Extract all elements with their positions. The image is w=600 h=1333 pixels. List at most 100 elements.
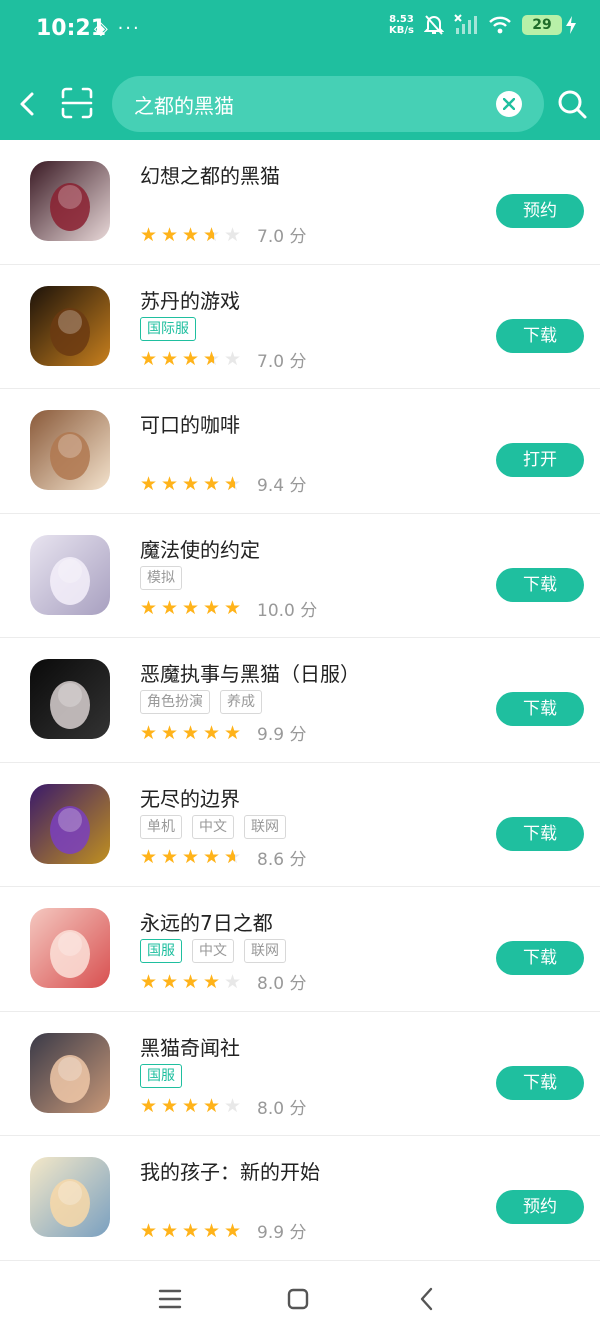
home-nav-button[interactable] <box>283 1284 313 1314</box>
star-icon: ★ <box>224 1095 242 1117</box>
star-icon: ★ <box>203 597 221 619</box>
star-icon: ★ <box>140 223 158 246</box>
star-icon: ★ <box>224 721 242 744</box>
result-item[interactable]: 我的孩子：新的开始 ★ ★ ★ ★ ★ 9.9 分预约 <box>0 1136 600 1261</box>
action-button[interactable]: 下载 <box>496 1065 584 1100</box>
app-icon[interactable] <box>30 783 110 864</box>
result-item[interactable]: 无尽的边界单机中文联网★★★★★8.6 分下载 <box>0 763 600 887</box>
net-speed: 8.53 KB/s <box>389 14 414 36</box>
star-icon: ★ <box>161 597 179 619</box>
action-button[interactable]: 下载 <box>496 567 584 602</box>
search-results-list: 幻想之都的黑猫★★★★★7.0 分预约苏丹的游戏国际服★★★★★7.0 分下载可… <box>0 140 600 1261</box>
app-icon[interactable] <box>30 285 110 366</box>
star-icon: ★ <box>140 846 158 868</box>
app-name: 无尽的边界 <box>140 786 240 811</box>
star-icon: ★ <box>140 1219 158 1242</box>
star-icon: ★ <box>161 472 179 495</box>
rating: ★★★★★7.0 分 <box>140 222 307 248</box>
rating-score: 9.4 分 <box>257 476 307 496</box>
app-icon[interactable] <box>30 659 110 739</box>
app-icon[interactable] <box>30 1157 110 1237</box>
rating: ★★★★★9.4 分 <box>140 471 307 497</box>
app-name: 苏丹的游戏 <box>140 288 240 313</box>
star-icon: ★ <box>203 347 224 371</box>
result-tag: 中文 <box>192 939 234 963</box>
charging-icon <box>566 16 576 34</box>
star-icon: ★ <box>140 970 158 993</box>
rating-score: 7.0 分 <box>257 227 307 247</box>
result-item[interactable]: 永远的7日之都 国服 中文 联网 ★ ★ ★ ★ ★ 8.0 分下载 <box>0 887 600 1012</box>
rating-score: 9.9 分 <box>257 725 307 745</box>
app-name: 恶魔执事与黑猫（日服） <box>140 662 360 686</box>
action-button[interactable]: 下载 <box>496 692 584 726</box>
menu-nav-button[interactable] <box>155 1284 185 1314</box>
star-icon: ★ <box>161 970 179 993</box>
app-icon[interactable] <box>30 908 110 988</box>
star-icon: ★ <box>203 472 221 495</box>
result-tag: 联网 <box>244 814 286 839</box>
status-right: 8.53 KB/s 29 <box>389 14 576 36</box>
star-icon: ★ <box>203 223 224 247</box>
wifi-icon <box>489 16 511 34</box>
rating-score: 8.0 分 <box>257 1098 307 1119</box>
tag-list: 国际服 <box>140 316 196 341</box>
app-icon[interactable] <box>30 410 110 490</box>
rating-score: 7.0 分 <box>257 351 307 372</box>
star-icon: ★ <box>140 1095 158 1117</box>
star-icon: ★ <box>224 472 245 496</box>
app-icon[interactable] <box>30 1032 110 1113</box>
clear-search-button[interactable] <box>496 91 522 117</box>
result-item[interactable]: 可口的咖啡★★★★★9.4 分打开 <box>0 389 600 514</box>
star-icon: ★ <box>224 348 242 370</box>
result-item[interactable]: 苏丹的游戏国际服★★★★★7.0 分下载 <box>0 265 600 389</box>
star-icon: ★ <box>224 970 242 993</box>
result-item[interactable]: 恶魔执事与黑猫（日服） 角色扮演 养成 ★ ★ ★ ★ ★ 9.9 分下载 <box>0 638 600 763</box>
result-item[interactable]: 黑猫奇闻社 国服 ★ ★ ★ ★ ★ 8.0 分下载 <box>0 1012 600 1136</box>
rating-score: 8.6 分 <box>257 849 307 870</box>
notification-icons: ◈ ··· <box>94 18 141 39</box>
star-icon: ★ <box>224 1219 242 1242</box>
search-row <box>0 72 600 136</box>
rating: ★ ★ ★ ★ ★ 8.0 分 <box>140 969 306 995</box>
star-icon: ★ <box>182 1095 200 1117</box>
rating-score: 10.0 分 <box>257 600 318 621</box>
rating: ★ ★ ★ ★ ★ 8.0 分 <box>140 1094 306 1119</box>
action-button[interactable]: 打开 <box>496 443 584 477</box>
star-icon: ★ <box>140 597 158 619</box>
star-icon: ★ <box>182 721 200 744</box>
app-icon[interactable] <box>30 161 110 241</box>
star-icon: ★ <box>182 348 200 370</box>
star-icon: ★ <box>182 1219 200 1242</box>
result-item[interactable]: 幻想之都的黑猫★★★★★7.0 分预约 <box>0 140 600 265</box>
rating-score: 9.9 分 <box>257 1223 307 1243</box>
result-item[interactable]: 魔法使的约定 模拟 ★ ★ ★ ★ ★ 10.0 分下载 <box>0 514 600 638</box>
star-icon: ★ <box>161 1095 179 1117</box>
star-icon: ★ <box>182 846 200 868</box>
signal-icon <box>454 14 477 34</box>
app-icon[interactable] <box>30 534 110 615</box>
back-button[interactable] <box>14 86 42 122</box>
star-icon: ★ <box>161 223 179 246</box>
result-tag: 国服 <box>140 1063 182 1088</box>
header: 10:21 ◈ ··· 8.53 KB/s 29 之都的黑猫 <box>0 0 600 140</box>
action-button[interactable]: 预约 <box>496 194 584 228</box>
action-button[interactable]: 下载 <box>496 941 584 975</box>
search-input[interactable] <box>134 76 494 132</box>
result-tag: 联网 <box>244 939 286 963</box>
star-icon: ★ <box>140 348 158 370</box>
menu-icon <box>158 1289 182 1309</box>
search-button[interactable] <box>554 86 590 122</box>
star-icon: ★ <box>161 1219 179 1242</box>
result-tag: 养成 <box>220 690 262 714</box>
action-button[interactable]: 下载 <box>496 318 584 353</box>
star-icon: ★ <box>140 721 158 744</box>
tag-list: 角色扮演 养成 <box>140 690 262 714</box>
scan-icon[interactable] <box>60 86 94 120</box>
search-box <box>112 76 544 132</box>
star-icon: ★ <box>140 472 158 495</box>
rating: ★ ★ ★ ★ ★ 9.9 分 <box>140 720 307 746</box>
net-speed-value: 8.53 <box>389 14 414 25</box>
action-button[interactable]: 下载 <box>496 816 584 851</box>
action-button[interactable]: 预约 <box>496 1190 584 1224</box>
back-nav-button[interactable] <box>412 1284 442 1314</box>
